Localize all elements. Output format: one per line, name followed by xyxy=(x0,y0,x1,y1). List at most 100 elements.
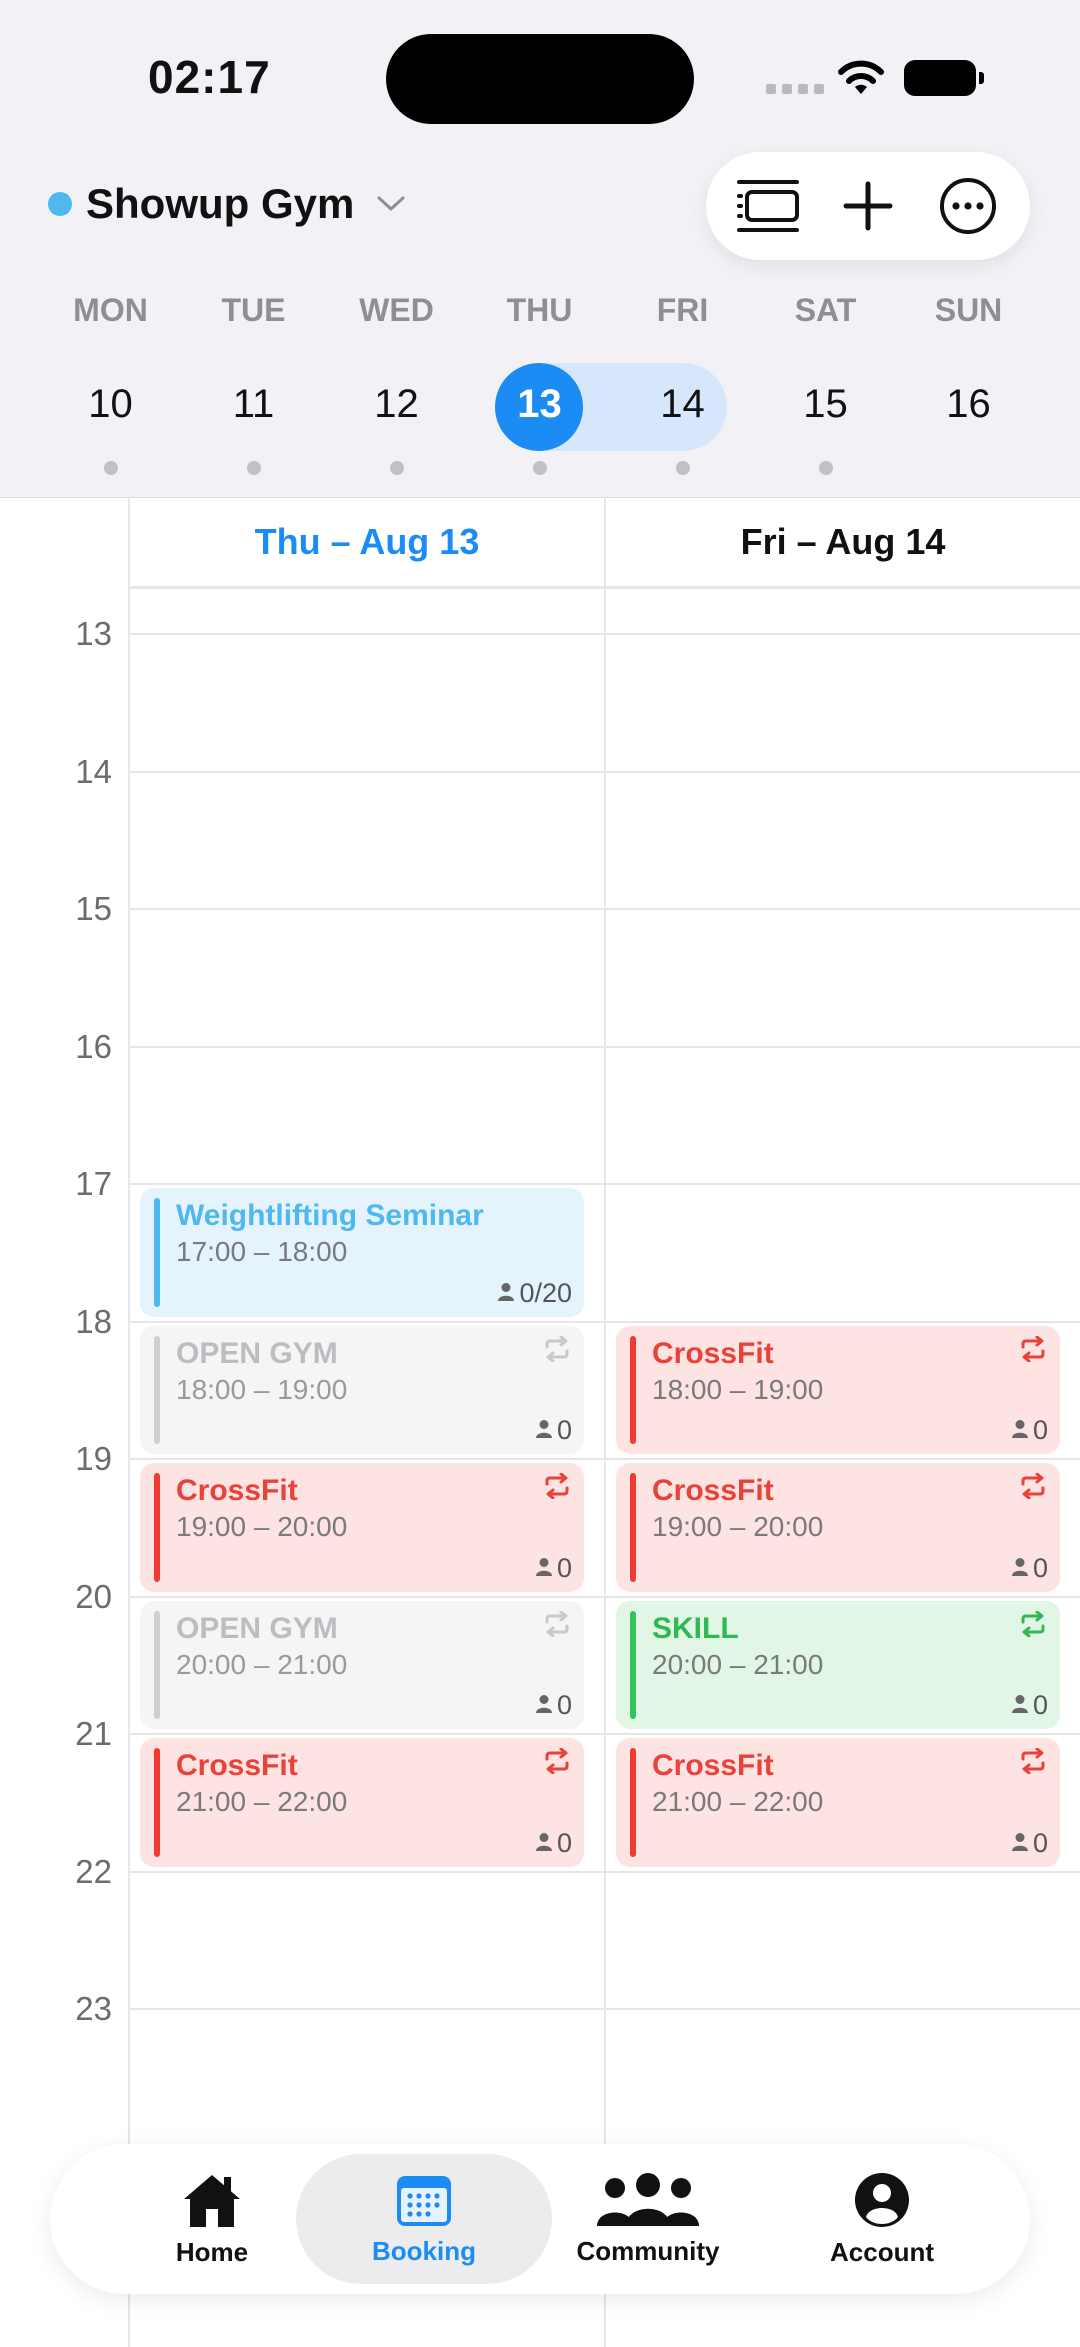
repeat-icon xyxy=(1018,1747,1048,1779)
community-icon xyxy=(597,2172,699,2226)
weekday-wed: WED xyxy=(359,292,434,328)
status-time: 02:17 xyxy=(148,51,271,103)
person-icon xyxy=(535,1415,553,1446)
weekday-thu: THU xyxy=(506,292,573,328)
tab-bar: Home Booking Community Account xyxy=(50,2144,1030,2294)
dynamic-island xyxy=(386,34,694,124)
chevron-down-icon xyxy=(377,196,405,211)
event-time-range: 18:00 – 19:00 xyxy=(652,1373,824,1405)
hour-line xyxy=(130,908,1080,910)
account-icon xyxy=(855,2172,909,2227)
hour-line xyxy=(130,2008,1080,2010)
weekday-tue: TUE xyxy=(221,292,286,328)
event-card[interactable]: CrossFit 21:00 – 22:00 0 xyxy=(616,1738,1060,1867)
calendar-grid: Thu – Aug 13 Fri – Aug 14 13 14 15 16 17 18 19… xyxy=(0,497,1080,2347)
tab-label: Community xyxy=(576,2235,720,2266)
event-title: CrossFit xyxy=(652,1749,774,1782)
attendee-count: 0 xyxy=(1011,1553,1048,1584)
weekday-fri: FRI xyxy=(656,292,709,328)
repeat-icon xyxy=(1018,1335,1048,1367)
attendee-count: 0 xyxy=(1011,1415,1048,1446)
tab-label: Booking xyxy=(372,2235,476,2266)
event-time-range: 19:00 – 20:00 xyxy=(176,1511,348,1542)
day-event-indicator xyxy=(389,461,404,475)
hour-label: 20 xyxy=(75,1577,112,1615)
hour-label: 13 xyxy=(75,615,112,652)
repeat-icon xyxy=(542,1610,572,1642)
day-11[interactable]: 11 xyxy=(182,382,325,427)
event-title: Weightlifting Seminar xyxy=(176,1199,484,1232)
event-card[interactable]: CrossFit 19:00 – 20:00 0 xyxy=(616,1463,1060,1592)
hour-line xyxy=(130,770,1080,773)
event-card[interactable]: CrossFit 18:00 – 19:00 0 xyxy=(616,1325,1060,1454)
more-icon[interactable] xyxy=(932,170,1004,242)
attendee-count-value: 0 xyxy=(1032,1690,1048,1720)
repeat-icon xyxy=(542,1472,572,1504)
plus-icon[interactable] xyxy=(832,170,904,242)
attendee-count-value: 0 xyxy=(1032,1415,1048,1445)
event-card[interactable]: CrossFit 21:00 – 22:00 0 xyxy=(140,1738,584,1867)
event-card[interactable]: Weightlifting Seminar 17:00 – 18:00 0/20 xyxy=(140,1188,584,1317)
column-header-thu[interactable]: Thu – Aug 13 xyxy=(130,498,604,586)
event-title: SKILL xyxy=(652,1611,739,1645)
day-13[interactable]: 13 xyxy=(468,382,611,427)
event-card[interactable]: OPEN GYM 20:00 – 21:00 0 xyxy=(140,1600,584,1729)
event-title: CrossFit xyxy=(176,1474,298,1507)
hour-label: 15 xyxy=(75,890,112,927)
header-actions xyxy=(706,152,1030,260)
event-title: CrossFit xyxy=(176,1749,298,1782)
event-color-bar xyxy=(630,1473,636,1582)
list-view-icon[interactable] xyxy=(732,170,804,242)
event-color-bar xyxy=(154,1335,160,1444)
hour-label: 16 xyxy=(75,1027,112,1065)
tab-community[interactable]: Community xyxy=(520,2154,776,2284)
hour-line xyxy=(130,1733,1080,1735)
column-header-fri[interactable]: Fri – Aug 14 xyxy=(606,498,1080,586)
hour-line xyxy=(130,633,1080,635)
person-icon xyxy=(1011,1553,1029,1584)
day-12[interactable]: 12 xyxy=(325,382,468,427)
hour-line xyxy=(130,1870,1080,1873)
weekday-mon: MON xyxy=(73,292,148,328)
attendee-count-value: 0 xyxy=(556,1552,572,1583)
wifi-icon xyxy=(838,60,884,94)
attendee-count: 0/20 xyxy=(497,1278,572,1309)
hour-line xyxy=(130,1458,1080,1460)
tab-account[interactable]: Account xyxy=(754,2154,1010,2284)
column-divider xyxy=(604,498,606,2347)
person-icon xyxy=(535,1828,553,1859)
event-time-range: 18:00 – 19:00 xyxy=(176,1373,348,1405)
cellular-signal-icon xyxy=(766,84,824,94)
attendee-count: 0 xyxy=(1011,1828,1048,1859)
day-16[interactable]: 16 xyxy=(897,382,1040,427)
person-icon xyxy=(1011,1415,1029,1446)
event-card[interactable]: OPEN GYM 18:00 – 19:00 0 xyxy=(140,1325,584,1454)
attendee-count-value: 0 xyxy=(556,1415,572,1445)
hour-label: 14 xyxy=(75,752,112,790)
attendee-count-value: 0 xyxy=(556,1827,572,1858)
attendee-count: 0 xyxy=(1011,1690,1048,1721)
attendee-count: 0 xyxy=(535,1553,572,1584)
event-card[interactable]: CrossFit 19:00 – 20:00 0 xyxy=(140,1463,584,1592)
gym-selector[interactable]: Showup Gym xyxy=(48,180,406,228)
day-10[interactable]: 10 xyxy=(39,382,182,427)
battery-icon xyxy=(904,60,984,96)
day-15[interactable]: 15 xyxy=(754,382,897,427)
hour-label: 17 xyxy=(75,1165,112,1202)
attendee-count-value: 0/20 xyxy=(519,1277,572,1308)
person-icon xyxy=(1011,1828,1029,1859)
repeat-icon xyxy=(1018,1610,1048,1642)
hour-label: 23 xyxy=(75,1990,112,2027)
hour-line xyxy=(130,1595,1080,1598)
attendee-count-value: 0 xyxy=(1032,1827,1048,1858)
event-card[interactable]: SKILL 20:00 – 21:00 0 xyxy=(616,1600,1060,1729)
tab-label: Account xyxy=(830,2236,934,2267)
day-14[interactable]: 14 xyxy=(611,382,754,427)
day-event-indicator xyxy=(532,461,547,475)
tab-booking[interactable]: Booking xyxy=(296,2154,552,2284)
hour-line xyxy=(130,587,1080,589)
event-time-range: 21:00 – 22:00 xyxy=(652,1786,824,1817)
event-color-bar xyxy=(154,1473,160,1582)
event-title: CrossFit xyxy=(652,1336,774,1370)
weekday-sat: SAT xyxy=(794,292,857,328)
